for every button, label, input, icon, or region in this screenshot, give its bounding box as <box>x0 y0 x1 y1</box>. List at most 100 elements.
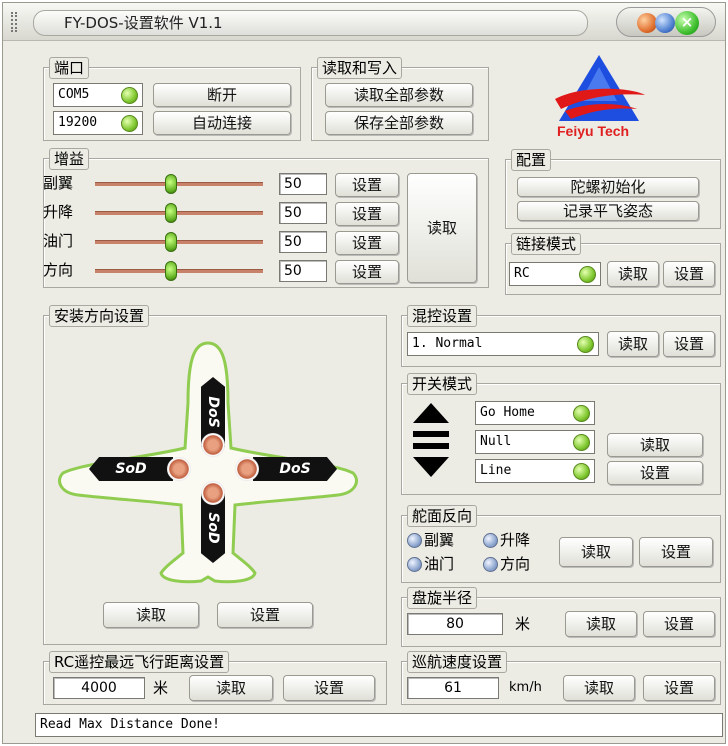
reverse-checkbox[interactable]: 升降 <box>483 530 530 550</box>
cruise-speed-read-button[interactable]: 读取 <box>563 675 635 701</box>
reverse-item-label: 方向 <box>500 555 531 573</box>
gain-value-input[interactable]: 50 <box>279 202 327 224</box>
circle-radius-read-button[interactable]: 读取 <box>565 611 637 637</box>
gain-slider-thumb[interactable] <box>165 174 177 194</box>
title-bar[interactable]: FY-DOS-设置软件 V1.1 × <box>3 3 725 41</box>
arrow-right-icon[interactable]: DoS <box>253 457 337 481</box>
rc-distance-set-button[interactable]: 设置 <box>283 675 375 701</box>
cruise-speed-input[interactable]: 61 <box>407 677 499 699</box>
minimize-button[interactable] <box>637 13 657 33</box>
switch-read-button[interactable]: 读取 <box>607 433 703 457</box>
mount-dot-icon[interactable] <box>167 457 191 481</box>
port-select[interactable]: COM5 <box>53 83 143 107</box>
cruise-speed-group-label: 巡航速度设置 <box>407 651 508 673</box>
gain-set-button[interactable]: 设置 <box>335 231 399 255</box>
gain-set-button[interactable]: 设置 <box>335 173 399 197</box>
reverse-group-label: 舵面反向 <box>407 505 478 527</box>
switch-option-select[interactable]: Null <box>475 430 595 454</box>
window-title: FY-DOS-设置软件 V1.1 <box>33 10 588 36</box>
gain-slider-thumb[interactable] <box>165 203 177 223</box>
port-group-label: 端口 <box>49 57 90 79</box>
save-all-button[interactable]: 保存全部参数 <box>325 111 473 135</box>
cruise-speed-set-button[interactable]: 设置 <box>643 675 715 701</box>
rc-distance-input[interactable]: 4000 <box>53 677 145 699</box>
rc-distance-unit: 米 <box>153 679 169 697</box>
arrow-left-icon[interactable]: SoD <box>89 457 173 481</box>
mix-select[interactable]: 1. Normal <box>407 332 599 356</box>
main-window: FY-DOS-设置软件 V1.1 × 端口 COM5 19200 断开 自动连接… <box>2 2 726 744</box>
read-all-button[interactable]: 读取全部参数 <box>325 83 473 107</box>
gain-label: 副翼 <box>43 174 74 192</box>
circle-radius-unit: 米 <box>515 615 531 633</box>
grip-icon[interactable] <box>11 12 17 32</box>
reverse-checkbox[interactable]: 方向 <box>483 554 530 574</box>
gain-value-input[interactable]: 50 <box>279 173 327 195</box>
baud-select[interactable]: 19200 <box>53 111 143 135</box>
gyro-init-button[interactable]: 陀螺初始化 <box>517 177 699 197</box>
reverse-checkbox[interactable]: 油门 <box>407 554 454 574</box>
switch-set-button[interactable]: 设置 <box>607 461 703 485</box>
reverse-checkbox[interactable]: 副翼 <box>407 530 454 550</box>
auto-connect-button[interactable]: 自动连接 <box>153 111 291 135</box>
radio-icon <box>407 557 422 572</box>
gain-group-label: 增益 <box>49 148 90 170</box>
gain-label: 升降 <box>43 203 74 221</box>
gain-value-input[interactable]: 50 <box>279 260 327 282</box>
mix-group-label: 混控设置 <box>407 305 478 327</box>
reverse-set-button[interactable]: 设置 <box>639 537 713 567</box>
switch-option-select[interactable]: Go Home <box>475 401 595 425</box>
link-mode-set-button[interactable]: 设置 <box>663 261 715 287</box>
install-set-button[interactable]: 设置 <box>217 602 313 628</box>
dropdown-icon <box>577 336 594 353</box>
mix-value: 1. Normal <box>412 336 483 351</box>
rc-distance-group-label: RC遥控最远飞行距离设置 <box>49 651 230 673</box>
reverse-read-button[interactable]: 读取 <box>559 537 633 567</box>
maximize-button[interactable] <box>655 13 675 33</box>
mix-set-button[interactable]: 设置 <box>663 331 715 357</box>
disconnect-button[interactable]: 断开 <box>153 83 291 107</box>
link-mode-group-label: 链接模式 <box>511 233 582 255</box>
mix-read-button[interactable]: 读取 <box>607 331 659 357</box>
mount-dot-icon[interactable] <box>201 481 225 505</box>
mount-dot-icon[interactable] <box>201 433 225 457</box>
circle-radius-set-button[interactable]: 设置 <box>643 611 715 637</box>
readwrite-group-label: 读取和写入 <box>317 57 403 79</box>
record-level-button[interactable]: 记录平飞姿态 <box>517 201 699 221</box>
switch-option-value: Null <box>480 434 512 449</box>
rc-distance-read-button[interactable]: 读取 <box>189 675 273 701</box>
gain-slider-track[interactable] <box>95 182 263 186</box>
switch-position-icon <box>413 403 449 477</box>
gain-set-button[interactable]: 设置 <box>335 202 399 226</box>
dropdown-icon <box>573 463 590 480</box>
window-controls: × <box>616 7 716 37</box>
gain-slider-thumb[interactable] <box>165 232 177 252</box>
switch-option-select[interactable]: Line <box>475 459 595 483</box>
dropdown-icon <box>573 405 590 422</box>
gain-read-button[interactable]: 读取 <box>407 173 477 283</box>
radio-icon <box>483 533 498 548</box>
dropdown-icon <box>121 87 138 104</box>
dropdown-icon <box>121 115 138 132</box>
switch-option-value: Go Home <box>480 405 535 420</box>
install-read-button[interactable]: 读取 <box>103 602 199 628</box>
gain-slider-thumb[interactable] <box>165 261 177 281</box>
mount-dot-icon[interactable] <box>235 457 259 481</box>
close-button[interactable]: × <box>675 11 699 35</box>
reverse-item-label: 升降 <box>500 531 531 549</box>
port-value: COM5 <box>58 87 90 102</box>
link-mode-read-button[interactable]: 读取 <box>607 261 659 287</box>
gain-slider-track[interactable] <box>95 240 263 244</box>
dropdown-icon <box>579 266 596 283</box>
circle-radius-group-label: 盘旋半径 <box>407 587 478 609</box>
circle-radius-input[interactable]: 80 <box>407 613 503 635</box>
dropdown-icon <box>573 434 590 451</box>
gain-set-button[interactable]: 设置 <box>335 260 399 284</box>
gain-value-input[interactable]: 50 <box>279 231 327 253</box>
link-mode-select[interactable]: RC <box>509 262 601 286</box>
config-group-label: 配置 <box>511 149 552 171</box>
switch-mode-group-label: 开关模式 <box>407 373 478 395</box>
gain-slider-track[interactable] <box>95 211 263 215</box>
gain-slider-track[interactable] <box>95 269 263 273</box>
logo-text: Feiyu Tech <box>557 123 630 139</box>
gain-label: 油门 <box>43 232 74 250</box>
